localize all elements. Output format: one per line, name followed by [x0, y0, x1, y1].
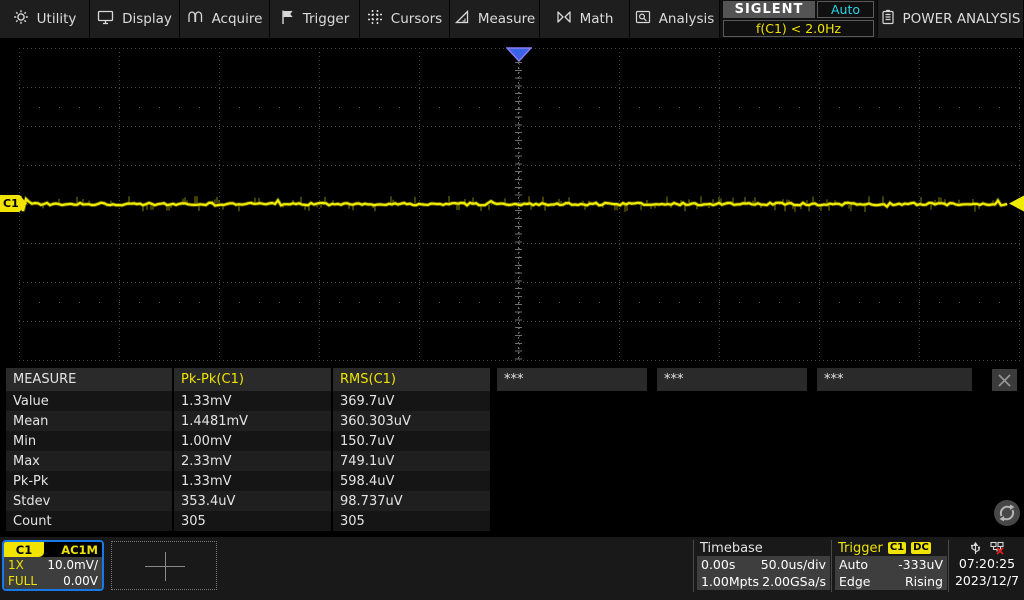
- channel1-coupling: AC1M: [61, 543, 102, 557]
- menu-display[interactable]: Display: [90, 0, 180, 38]
- trigger-mode: Auto: [839, 557, 868, 572]
- menu-power-analysis-label: POWER ANALYSIS: [903, 11, 1021, 27]
- system-time: 07:20:25: [952, 555, 1022, 572]
- channel1-name-badge: C1: [4, 542, 44, 557]
- trigger-source-badge: C1: [888, 542, 906, 554]
- system-date: 2023/12/7: [952, 572, 1022, 589]
- menu-utility[interactable]: Utility: [0, 0, 90, 38]
- clock-box: 07:20:25 2023/12/7: [952, 540, 1022, 589]
- statusbar-divider: [948, 540, 949, 592]
- measure-row-stdev: Stdev 353.4uV 98.737uV: [6, 491, 1024, 511]
- flag-icon: [280, 9, 295, 29]
- menu-acquire[interactable]: Acquire: [180, 0, 270, 38]
- acquire-icon: [187, 9, 204, 29]
- menu-utility-label: Utility: [37, 11, 77, 27]
- measure-col-pkpk[interactable]: Pk-Pk(C1): [174, 368, 331, 391]
- status-bar: C1 AC1M 1X 10.0mV/ FULL 0.00V Timebase 0…: [0, 537, 1024, 600]
- measure-icon: [454, 9, 470, 29]
- measure-col-rms[interactable]: RMS(C1): [333, 368, 490, 391]
- sample-rate: 2.00GSa/s: [762, 574, 826, 589]
- menu-measure[interactable]: Measure: [450, 0, 540, 38]
- measure-row-value: Value 1.33mV 369.7uV: [6, 391, 1024, 411]
- menu-cursors[interactable]: Cursors: [360, 0, 450, 38]
- trigger-position-marker[interactable]: [506, 47, 532, 63]
- menu-measure-label: Measure: [478, 11, 535, 27]
- timebase-delay: 0.00s: [701, 557, 735, 572]
- menu-trigger-label: Trigger: [303, 11, 350, 27]
- trigger-slope: Rising: [905, 574, 943, 589]
- acquisition-mode-badge: Auto: [817, 1, 874, 18]
- channel1-bandwidth: FULL: [8, 574, 37, 588]
- gear-icon: [13, 9, 29, 29]
- menu-power-analysis[interactable]: POWER ANALYSIS: [878, 0, 1024, 38]
- network-disconnected-icon: [990, 541, 1005, 555]
- menu-trigger[interactable]: Trigger: [270, 0, 360, 38]
- menu-analysis[interactable]: Analysis: [630, 0, 720, 38]
- measure-row-count: Count 305 305: [6, 511, 1024, 531]
- trigger-level-marker[interactable]: [1008, 195, 1024, 212]
- measure-row-min: Min 1.00mV 150.7uV: [6, 431, 1024, 451]
- math-icon: [556, 9, 572, 29]
- trigger-level: -333uV: [898, 557, 943, 572]
- statusbar-divider: [693, 540, 694, 592]
- display-icon: [97, 9, 114, 29]
- add-channel-box[interactable]: [111, 541, 217, 590]
- analysis-icon: [635, 9, 651, 29]
- measure-col-empty-2[interactable]: ***: [657, 368, 807, 391]
- measure-close-button[interactable]: [992, 369, 1017, 391]
- timebase-box[interactable]: Timebase 0.00s 50.0us/div 1.00Mpts 2.00G…: [697, 540, 830, 590]
- menu-cursors-label: Cursors: [391, 11, 442, 27]
- channel1-trace: [0, 42, 1024, 368]
- menu-bar: Utility Display Acquire Trigger Cursors: [0, 0, 1024, 42]
- trigger-title: Trigger: [838, 541, 883, 556]
- usb-icon: [970, 541, 981, 555]
- trigger-frequency-readout: f(C1) < 2.0Hz: [723, 20, 874, 37]
- touch-gesture-icon[interactable]: [992, 498, 1022, 528]
- brand-status-block: SIGLENT Auto f(C1) < 2.0Hz: [720, 0, 878, 38]
- channel1-offset: 0.00V: [63, 574, 98, 588]
- clipboard-icon: [881, 9, 895, 29]
- trigger-type: Edge: [839, 574, 870, 589]
- channel1-descriptor-box[interactable]: C1 AC1M 1X 10.0mV/ FULL 0.00V: [2, 540, 104, 591]
- timebase-scale: 50.0us/div: [761, 557, 826, 572]
- siglent-logo: SIGLENT: [723, 1, 815, 18]
- measure-col-empty-3[interactable]: ***: [817, 368, 972, 391]
- trigger-coupling-badge: DC: [911, 542, 931, 554]
- measure-row-mean: Mean 1.4481mV 360.303uV: [6, 411, 1024, 431]
- trigger-box[interactable]: Trigger C1 DC Auto -333uV Edge Rising: [835, 540, 947, 590]
- measure-col-empty-1[interactable]: ***: [497, 368, 647, 391]
- menu-acquire-label: Acquire: [212, 11, 263, 27]
- channel1-attenuation: 1X: [8, 558, 24, 572]
- cursors-icon: [367, 9, 383, 29]
- menu-math[interactable]: Math: [540, 0, 630, 38]
- measure-title: MEASURE: [6, 368, 172, 391]
- menu-display-label: Display: [122, 11, 172, 27]
- close-icon: [997, 373, 1012, 388]
- waveform-display: C1: [0, 42, 1024, 368]
- menu-analysis-label: Analysis: [659, 11, 715, 27]
- channel1-scale: 10.0mV/: [47, 558, 98, 572]
- statusbar-divider: [831, 540, 832, 592]
- memory-depth: 1.00Mpts: [701, 574, 759, 589]
- oscilloscope-screen: Utility Display Acquire Trigger Cursors: [0, 0, 1024, 600]
- measure-row-pkpk: Pk-Pk 1.33mV 598.4uV: [6, 471, 1024, 491]
- measure-panel: MEASURE Pk-Pk(C1) RMS(C1) *** *** *** Va…: [0, 368, 1024, 535]
- timebase-title: Timebase: [697, 540, 830, 556]
- measure-row-max: Max 2.33mV 749.1uV: [6, 451, 1024, 471]
- measure-header-row: MEASURE Pk-Pk(C1) RMS(C1) *** *** ***: [6, 368, 1024, 391]
- menu-math-label: Math: [580, 11, 614, 27]
